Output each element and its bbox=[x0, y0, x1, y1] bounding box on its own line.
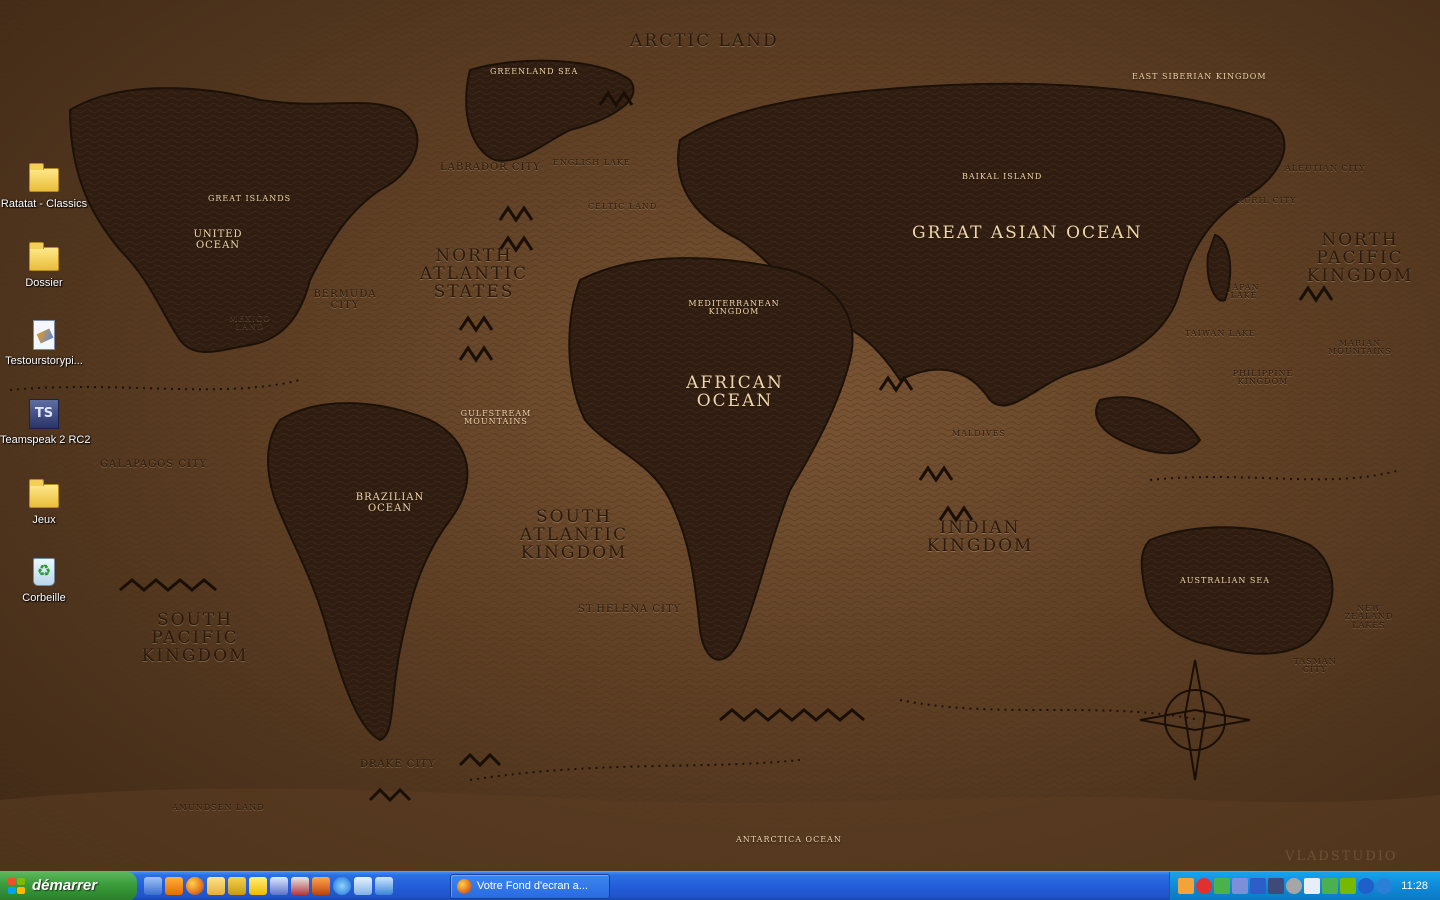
system-tray: 11:28 bbox=[1169, 872, 1440, 900]
system-clock[interactable]: 11:28 bbox=[1401, 872, 1428, 900]
network-icon[interactable] bbox=[375, 877, 393, 895]
antivirus-icon[interactable] bbox=[1178, 878, 1194, 894]
map-label-united-ocean: UNITED OCEAN bbox=[193, 229, 243, 251]
map-label-east-siberian: EAST SIBERIAN KINGDOM bbox=[1132, 72, 1267, 81]
editor-icon[interactable] bbox=[270, 877, 288, 895]
desktop-icon-label: Jeux bbox=[32, 514, 56, 526]
folder-icon bbox=[28, 162, 60, 194]
map-label-north-pacific: NORTH PACIFIC KINGDOM bbox=[1306, 230, 1414, 286]
vladstudio-watermark: VLADSTUDIO bbox=[1285, 849, 1398, 864]
teamspeak-icon: TS bbox=[28, 398, 60, 430]
utility-icon[interactable] bbox=[249, 877, 267, 895]
taskbar: démarrer Votre Fond d'ecran a... 11:28 bbox=[0, 871, 1440, 900]
desktop-icon-teamspeak[interactable]: TS Teamspeak 2 RC2 bbox=[0, 398, 91, 446]
safely-remove-icon[interactable] bbox=[1322, 878, 1338, 894]
ie-icon[interactable] bbox=[333, 877, 351, 895]
map-label-labrador: LABRADOR CITY bbox=[440, 162, 541, 173]
map-label-english-lake: ENGLISH LAKE bbox=[553, 158, 631, 167]
map-label-kuril: KURIL CITY bbox=[1237, 196, 1297, 205]
map-label-north-atlantic: NORTH ATLANTIC STATES bbox=[419, 246, 529, 302]
windows-logo-icon bbox=[8, 878, 26, 895]
start-label: démarrer bbox=[32, 877, 98, 894]
map-label-australian-sea: AUSTRALIAN SEA bbox=[1180, 576, 1271, 585]
desktop-icon-ratatat[interactable]: Ratatat - Classics bbox=[0, 162, 88, 210]
itunes-icon[interactable] bbox=[354, 877, 372, 895]
teamspeak-icon[interactable] bbox=[1268, 878, 1284, 894]
map-label-aleutian: ALEUTIAN CITY bbox=[1285, 164, 1366, 173]
map-label-galapagos: GALAPAGOS CITY bbox=[100, 459, 208, 470]
folder-icon bbox=[28, 478, 60, 510]
taskbar-window-title: Votre Fond d'ecran a... bbox=[477, 880, 588, 892]
info-icon[interactable] bbox=[1358, 878, 1374, 894]
map-label-mediterranean: MEDITERRANEAN KINGDOM bbox=[688, 299, 780, 317]
map-label-st-helena: ST.HELENA CITY bbox=[578, 604, 682, 615]
map-label-great-asian-ocean: GREAT ASIAN OCEAN bbox=[912, 223, 1143, 243]
start-button[interactable]: démarrer bbox=[0, 872, 137, 900]
map-label-south-pacific: SOUTH PACIFIC KINGDOM bbox=[141, 610, 249, 666]
winamp-icon[interactable] bbox=[228, 877, 246, 895]
folder-icon bbox=[28, 241, 60, 273]
desktop-icon-label: Dossier bbox=[25, 277, 63, 289]
map-label-mexico: MEXICO LAND bbox=[229, 314, 271, 332]
map-label-great-islands: GREAT ISLANDS bbox=[208, 194, 292, 203]
map-label-new-zealand: NEW ZEALAND LAKES bbox=[1344, 604, 1394, 630]
map-label-antarctica-ocean: ANTARCTICA OCEAN bbox=[736, 835, 842, 844]
map-label-philippine: PHILIPPINE KINGDOM bbox=[1232, 369, 1294, 387]
map-label-japan-lake: JAPAN LAKE bbox=[1228, 283, 1260, 301]
map-label-indian-kingdom: INDIAN KINGDOM bbox=[926, 518, 1034, 556]
desktop-icon-label: Corbeille bbox=[22, 592, 66, 604]
show-desktop-icon[interactable] bbox=[144, 877, 162, 895]
firefox-icon bbox=[457, 879, 472, 894]
desktop-icon-label: Testourstorypi... bbox=[5, 355, 83, 367]
map-label-brazilian-ocean: BRAZILIAN OCEAN bbox=[355, 492, 425, 514]
world-map-art bbox=[0, 0, 1440, 871]
messenger-icon[interactable] bbox=[1214, 878, 1230, 894]
map-label-tasman: TASMAN CITY bbox=[1293, 657, 1337, 675]
map-label-gulfstream: GULFSTREAM MOUNTAINS bbox=[460, 409, 532, 427]
vlc-icon[interactable] bbox=[165, 877, 183, 895]
desktop-icon-label: Ratatat - Classics bbox=[0, 198, 88, 210]
recycle-bin-icon: ♻ bbox=[28, 556, 60, 588]
media-icon[interactable] bbox=[291, 877, 309, 895]
desktop-wallpaper: ARCTIC LAND GREENLAND SEA EAST SIBERIAN … bbox=[0, 0, 1440, 871]
network-icon[interactable] bbox=[1232, 878, 1248, 894]
map-label-maldives: MALDIVES bbox=[952, 429, 1006, 438]
map-label-arctic-land: ARCTIC LAND bbox=[630, 31, 779, 51]
map-label-greenland-sea: GREENLAND SEA bbox=[490, 67, 579, 76]
map-label-south-atlantic: SOUTH ATLANTIC KINGDOM bbox=[519, 507, 629, 563]
game-icon[interactable] bbox=[312, 877, 330, 895]
desktop-icon-jeux[interactable]: Jeux bbox=[0, 478, 88, 526]
map-label-taiwan-lake: TAIWAN LAKE bbox=[1185, 329, 1256, 338]
block-icon[interactable] bbox=[1196, 878, 1212, 894]
map-label-celtic-land: CELTIC LAND bbox=[588, 202, 658, 211]
desktop-icon-testourstory[interactable]: Testourstorypi... bbox=[0, 319, 88, 367]
nvidia-icon[interactable] bbox=[1340, 878, 1356, 894]
settings-icon[interactable] bbox=[1286, 878, 1302, 894]
firefox-icon[interactable] bbox=[186, 877, 204, 895]
map-label-bermuda: BERMUDA CITY bbox=[313, 289, 377, 311]
map-label-marian: MARIAN MOUNTAINS bbox=[1328, 339, 1392, 357]
map-label-baikal: BAIKAL ISLAND bbox=[962, 172, 1043, 181]
explorer-icon[interactable] bbox=[207, 877, 225, 895]
map-label-drake-city: DRAKE CITY bbox=[360, 759, 436, 770]
desktop-icon-label: Teamspeak 2 RC2 bbox=[0, 434, 91, 446]
update-icon[interactable] bbox=[1376, 878, 1392, 894]
quick-launch-bar bbox=[144, 876, 393, 898]
map-label-african-ocean: AFRICAN OCEAN bbox=[686, 373, 784, 411]
document-icon bbox=[28, 319, 60, 351]
bluetooth-icon[interactable] bbox=[1250, 878, 1266, 894]
desktop-icon-dossier[interactable]: Dossier bbox=[0, 241, 88, 289]
taskbar-window-button[interactable]: Votre Fond d'ecran a... bbox=[450, 874, 610, 899]
monitor-icon[interactable] bbox=[1304, 878, 1320, 894]
desktop-icon-corbeille[interactable]: ♻ Corbeille bbox=[0, 556, 88, 604]
map-label-amundsen: AMUNDSEN LAND bbox=[172, 803, 265, 812]
